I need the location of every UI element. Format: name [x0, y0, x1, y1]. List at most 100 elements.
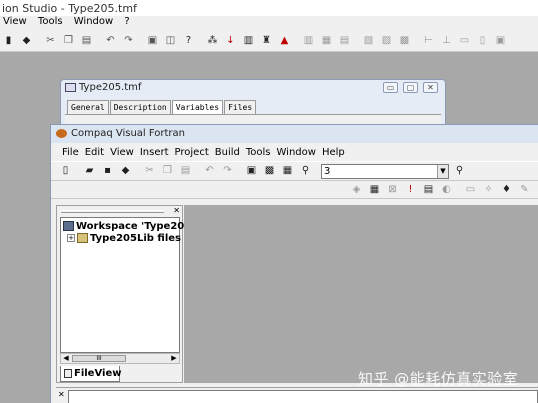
cut-icon[interactable]: ✂: [44, 34, 57, 47]
fortran-icon[interactable]: ▭: [464, 183, 477, 196]
go-icon[interactable]: ▤: [422, 183, 435, 196]
fileview-tab-label: FileView: [74, 368, 122, 379]
same-height-icon[interactable]: ▯: [476, 34, 489, 47]
align-right-icon[interactable]: ▤: [338, 34, 351, 47]
tree-item-project[interactable]: + Type205Lib files: [63, 232, 181, 244]
tab-files[interactable]: Files: [224, 100, 257, 114]
find-icon[interactable]: ⚲: [453, 165, 466, 178]
breakpoint-icon[interactable]: ◐: [440, 183, 453, 196]
build-icon[interactable]: ▦: [368, 183, 381, 196]
redo-icon[interactable]: ↷: [122, 34, 135, 47]
pencil-icon[interactable]: ✎: [518, 183, 531, 196]
menu-help[interactable]: Help: [322, 147, 345, 158]
pane-close-icon[interactable]: ✕: [173, 206, 180, 215]
build-icon[interactable]: ♜: [260, 34, 273, 47]
new-document-icon[interactable]: ▯: [59, 165, 72, 178]
scroll-left-icon[interactable]: ◀: [61, 354, 71, 363]
outer-menu-help[interactable]: ?: [124, 16, 129, 27]
output-pane: ✕: [56, 387, 538, 403]
save-all-icon[interactable]: ◆: [119, 165, 132, 178]
menu-insert[interactable]: Insert: [140, 147, 169, 158]
compile-icon[interactable]: ▲: [278, 34, 291, 47]
run-icon[interactable]: ↓: [224, 34, 237, 47]
save-icon[interactable]: ▪: [101, 165, 114, 178]
paste-icon[interactable]: ▤: [80, 34, 93, 47]
cvf-title-bar: Compaq Visual Fortran: [51, 125, 538, 143]
menu-project[interactable]: Project: [175, 147, 209, 158]
maximize-icon[interactable]: ▢: [403, 82, 418, 93]
menu-window[interactable]: Window: [277, 147, 316, 158]
print-icon[interactable]: ▣: [146, 34, 159, 47]
output-box[interactable]: [68, 390, 538, 403]
copy-icon[interactable]: ❐: [161, 165, 174, 178]
class-wizard-icon[interactable]: ♦: [500, 183, 513, 196]
same-width-icon[interactable]: ▭: [458, 34, 471, 47]
undo-icon[interactable]: ↶: [203, 165, 216, 178]
menu-tools[interactable]: Tools: [246, 147, 271, 158]
cvf-build-toolbar: ◈ ▦ ⊠ ! ▤ ◐ ▭ ✧ ♦ ✎: [51, 181, 538, 199]
menu-file[interactable]: File: [62, 147, 79, 158]
project-label: Type205Lib files: [90, 232, 181, 244]
tab-description[interactable]: Description: [109, 100, 171, 114]
workspace-window-icon[interactable]: ▣: [245, 165, 258, 178]
space-vertical-icon[interactable]: ⊥: [440, 34, 453, 47]
outer-toolbar: ▮ ◆ ✂ ❐ ▤ ↶ ↷ ▣ ◫ ? ⁂ ↓ ▥ ♜ ▲ ▥ ▦ ▤ ▧ ▨ …: [0, 30, 538, 52]
assembly-icon[interactable]: ⁂: [206, 34, 219, 47]
pane-grip[interactable]: ✕: [57, 206, 182, 216]
align-bottom-icon[interactable]: ▩: [398, 34, 411, 47]
workspace-icon[interactable]: ◆: [20, 34, 33, 47]
outer-menubar: View Tools Window ?: [0, 16, 538, 30]
tmf-title-bar: Type205.tmf ▭ ▢ ✕: [61, 80, 445, 96]
menu-edit[interactable]: Edit: [85, 147, 104, 158]
tab-variables[interactable]: Variables: [171, 100, 224, 114]
compile-icon[interactable]: ◈: [350, 183, 363, 196]
align-center-icon[interactable]: ▦: [320, 34, 333, 47]
menu-build[interactable]: Build: [215, 147, 240, 158]
redo-icon[interactable]: ↷: [221, 165, 234, 178]
outer-window-title: ion Studio - Type205.tmf: [0, 0, 538, 16]
close-icon[interactable]: ✕: [423, 82, 438, 93]
tree-item-workspace[interactable]: Workspace 'Type205':: [63, 220, 198, 232]
output-window-icon[interactable]: ▩: [263, 165, 276, 178]
execute-icon[interactable]: !: [404, 183, 417, 196]
align-left-icon[interactable]: ▥: [302, 34, 315, 47]
open-folder-icon[interactable]: ▰: [83, 165, 96, 178]
same-size-icon[interactable]: ▣: [494, 34, 507, 47]
cvf-window: Compaq Visual Fortran File Edit View Ins…: [50, 124, 538, 403]
expand-plus-icon[interactable]: +: [67, 234, 75, 242]
tab-general[interactable]: General: [67, 100, 109, 114]
workspace-tree[interactable]: Workspace 'Type205': + Type205Lib files: [60, 217, 198, 353]
tmf-title: Type205.tmf: [79, 82, 142, 93]
find-combo[interactable]: 3 ▼: [321, 163, 449, 179]
menu-view[interactable]: View: [110, 147, 134, 158]
window-list-icon[interactable]: ▦: [281, 165, 294, 178]
horizontal-scrollbar[interactable]: ◀ III ▶: [60, 353, 180, 364]
wizard-icon[interactable]: ✧: [482, 183, 495, 196]
align-middle-icon[interactable]: ▨: [380, 34, 393, 47]
tab-fileview[interactable]: FileView: [60, 366, 122, 382]
outer-menu-view[interactable]: View: [3, 16, 27, 27]
find-in-files-icon[interactable]: ⚲: [299, 165, 312, 178]
help-icon[interactable]: ?: [182, 34, 195, 47]
print-preview-icon[interactable]: ◫: [164, 34, 177, 47]
paste-icon[interactable]: ▤: [179, 165, 192, 178]
new-file-icon[interactable]: ▮: [2, 34, 15, 47]
cvf-standard-toolbar: ▯ ▰ ▪ ◆ ✂ ❐ ▤ ↶ ↷ ▣ ▩ ▦ ⚲ 3 ▼ ⚲: [51, 161, 538, 181]
output-close-icon[interactable]: ✕: [58, 390, 65, 399]
outer-menu-tools[interactable]: Tools: [38, 16, 63, 27]
align-top-icon[interactable]: ▧: [362, 34, 375, 47]
watermark: 知乎 @能耗仿真实验室: [358, 370, 519, 388]
minimize-icon[interactable]: ▭: [383, 82, 398, 93]
grid-icon[interactable]: ▥: [242, 34, 255, 47]
scrollbar-thumb[interactable]: III: [72, 355, 126, 362]
chevron-down-icon[interactable]: ▼: [437, 164, 448, 178]
outer-menu-window[interactable]: Window: [74, 16, 113, 27]
tmf-window-icon: [65, 83, 76, 92]
scroll-right-icon[interactable]: ▶: [169, 354, 179, 363]
undo-icon[interactable]: ↶: [104, 34, 117, 47]
space-horizontal-icon[interactable]: ⊢: [422, 34, 435, 47]
cut-icon[interactable]: ✂: [143, 165, 156, 178]
fileview-icon: [64, 369, 72, 378]
copy-icon[interactable]: ❐: [62, 34, 75, 47]
stop-build-icon[interactable]: ⊠: [386, 183, 399, 196]
